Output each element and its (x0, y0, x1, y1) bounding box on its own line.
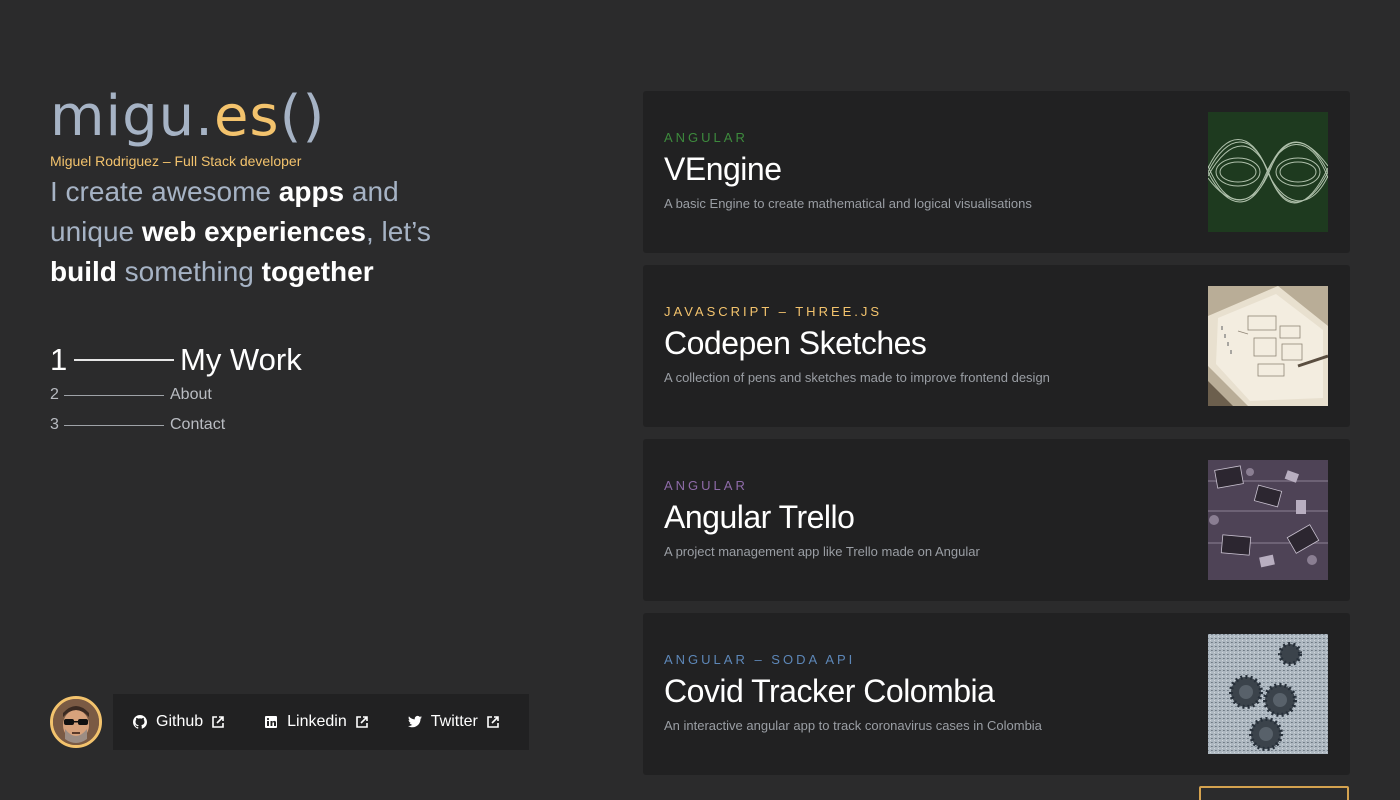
project-card-covid-tracker[interactable]: Angular – Soda API Covid Tracker Colombi… (643, 613, 1350, 775)
project-card-vengine[interactable]: Angular VEngine A basic Engine to create… (643, 91, 1350, 253)
team-desk-thumbnail-image (1208, 460, 1328, 580)
tagline-highlight: together (261, 256, 374, 287)
project-tech: Angular (664, 130, 748, 145)
logo-name: migu. (50, 84, 214, 149)
site-subtitle: Miguel Rodriguez – Full Stack developer (50, 153, 302, 169)
page: migu.es() Miguel Rodriguez – Full Stack … (0, 0, 1400, 800)
tagline-text: , let’s (366, 216, 431, 247)
project-thumbnail (1208, 286, 1328, 406)
nav-divider (64, 394, 164, 396)
site-logo[interactable]: migu.es() (50, 84, 325, 150)
nav-item-my-work[interactable]: 1 My Work (50, 340, 302, 380)
project-card-codepen-sketches[interactable]: Javascript – Three.js Codepen Sketches A… (643, 265, 1350, 427)
project-title: Covid Tracker Colombia (664, 673, 995, 709)
logo-parens: () (279, 84, 326, 149)
nav-number: 1 (50, 342, 68, 377)
project-title: VEngine (664, 151, 782, 187)
nav-number: 3 (50, 416, 59, 433)
project-description: A collection of pens and sketches made t… (664, 370, 1050, 385)
linkedin-link[interactable]: Linkedin (264, 713, 368, 731)
project-title: Angular Trello (664, 499, 855, 535)
intro-column: migu.es() Miguel Rodriguez – Full Stack … (50, 0, 610, 800)
project-thumbnail (1208, 112, 1328, 232)
project-title: Codepen Sketches (664, 325, 927, 361)
external-link-icon (355, 716, 368, 728)
github-icon (133, 715, 147, 729)
nav-number: 2 (50, 386, 59, 403)
project-thumbnail (1208, 634, 1328, 754)
tagline-highlight: build (50, 256, 117, 287)
avatar (50, 696, 102, 748)
project-list: Angular VEngine A basic Engine to create… (643, 91, 1350, 787)
nav-item-about[interactable]: 2 About (50, 380, 302, 410)
project-description: An interactive angular app to track coro… (664, 718, 1042, 733)
virus-thumbnail-image (1208, 634, 1328, 754)
nav-label: About (170, 386, 212, 403)
github-label: Github (156, 713, 204, 730)
twitter-icon (407, 715, 422, 728)
project-thumbnail (1208, 460, 1328, 580)
tagline-highlight: apps (278, 176, 345, 207)
nav-divider (64, 424, 164, 426)
nav-divider (74, 359, 174, 361)
tagline: I create awesome apps and unique web exp… (50, 172, 450, 292)
external-link-icon (212, 716, 224, 728)
github-link[interactable]: Github (133, 713, 224, 731)
nav-item-contact[interactable]: 3 Contact (50, 410, 302, 440)
project-description: A project management app like Trello mad… (664, 544, 980, 559)
section-nav: 1 My Work 2 About 3 Contact (50, 340, 302, 440)
linkedin-icon (265, 716, 278, 728)
logo-domain: es (213, 84, 280, 149)
twitter-label: Twitter (430, 713, 478, 730)
social-links: Github Linkedin Twitter (113, 694, 529, 750)
nav-label: My Work (180, 342, 302, 377)
sketchbook-thumbnail-image (1208, 286, 1328, 406)
project-card-angular-trello[interactable]: Angular Angular Trello A project managem… (643, 439, 1350, 601)
project-tech: Angular – Soda API (664, 652, 856, 667)
avatar-portrait (53, 699, 99, 745)
project-tech: Javascript – Three.js (664, 304, 883, 319)
project-tech: Angular (664, 478, 748, 493)
tagline-text: I create awesome (50, 176, 279, 207)
project-description: A basic Engine to create mathematical an… (664, 196, 1032, 211)
twitter-link[interactable]: Twitter (407, 713, 499, 731)
profile-bar: Github Linkedin Twitter (50, 694, 529, 750)
vengine-thumbnail-image (1208, 112, 1328, 232)
tagline-highlight: web experiences (141, 216, 366, 247)
more-projects-button[interactable] (1199, 786, 1349, 800)
tagline-text: something (116, 256, 262, 287)
linkedin-label: Linkedin (287, 713, 347, 730)
nav-label: Contact (170, 416, 226, 433)
external-link-icon (487, 716, 499, 728)
